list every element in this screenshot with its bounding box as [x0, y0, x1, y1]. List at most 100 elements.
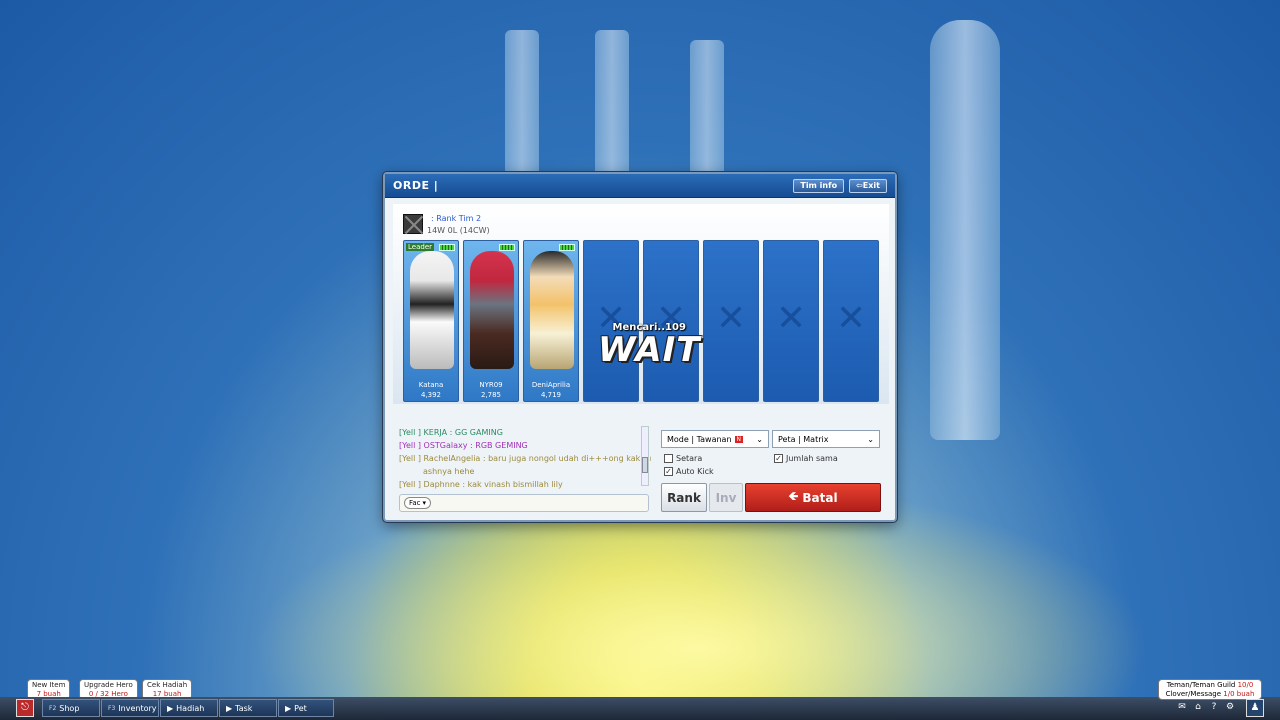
wait-text: WAIT: [598, 330, 701, 370]
task-button[interactable]: ▶ Task: [219, 699, 277, 717]
leader-badge: Leader: [406, 243, 435, 251]
player-name: Katana: [418, 381, 444, 389]
chat-scrollbar[interactable]: [641, 426, 649, 486]
rank-emblem-icon: [403, 214, 423, 234]
auto-kick-checkbox[interactable]: ✓ Auto Kick: [664, 467, 714, 476]
background-big-sword: [930, 20, 1000, 440]
message-line: Clover/Message 1/0 buah: [1165, 690, 1255, 698]
notification-title: New Item: [32, 681, 66, 689]
friends-icon[interactable]: ♟: [1246, 699, 1264, 717]
player-score: 4,392: [420, 391, 442, 399]
exit-arrow-icon: ⇦: [856, 181, 863, 190]
connection-bar-icon: [499, 244, 515, 251]
setara-label: Setara: [676, 454, 703, 463]
empty-slot[interactable]: ✕: [703, 240, 759, 402]
setara-checkbox[interactable]: Setara: [664, 454, 702, 463]
exit-label: Exit: [862, 181, 880, 190]
chevron-down-icon: ⌄: [867, 434, 874, 444]
player-name: DeniAprilia: [531, 381, 571, 389]
shop-label: Shop: [59, 703, 80, 713]
player-slot[interactable]: NYR09 2,785: [463, 240, 519, 402]
mode-select[interactable]: Mode | Tawanan N ⌄: [661, 430, 769, 448]
hero-avatar: [530, 251, 574, 369]
chat-line: ashnya hehe: [423, 467, 475, 476]
close-icon: ✕: [716, 298, 747, 339]
hero-avatar: [410, 251, 454, 369]
chat-input[interactable]: Fac ▾: [399, 494, 649, 512]
chat-line: [Yell ] KERJA : GG GAMING: [399, 428, 503, 437]
dialog-title: ORDE |: [393, 179, 439, 192]
pet-label: Pet: [294, 703, 307, 713]
close-icon: ✕: [836, 298, 867, 339]
shop-button[interactable]: F2 Shop: [42, 699, 100, 717]
hadiah-button[interactable]: ▶ Hadiah: [160, 699, 218, 717]
background-sword: [505, 30, 539, 190]
team-record: 14W 0L (14CW): [427, 226, 490, 235]
map-select-value: Peta | Matrix: [778, 434, 829, 444]
guild-line: Teman/Teman Guild 10/0: [1166, 681, 1254, 689]
cancel-label: Batal: [802, 490, 838, 505]
cancel-button[interactable]: 🡸 Batal: [745, 483, 881, 512]
checkmark-icon[interactable]: ✓: [664, 467, 673, 476]
mode-select-value: Mode | Tawanan: [667, 434, 732, 444]
empty-slot[interactable]: ✕: [763, 240, 819, 402]
hotkey-label: F3: [108, 704, 116, 712]
team-match-dialog: ORDE | Tim info ⇦ Exit : Rank Tim 2 14W 0…: [383, 172, 897, 522]
wait-overlay: Mencari..109 WAIT: [598, 322, 700, 367]
chat-line: [Yell ] Daphnne : kak vinash bismillah l…: [399, 480, 563, 489]
exit-button[interactable]: ⇦ Exit: [849, 178, 887, 193]
player-name: NYR09: [479, 381, 503, 389]
chat-line: [Yell ] OSTGalaxy : RGB GEMING: [399, 441, 528, 450]
exit-game-icon[interactable]: ⎋: [16, 699, 34, 717]
background-sword: [690, 40, 724, 190]
auto-kick-label: Auto Kick: [676, 467, 714, 476]
empty-slot[interactable]: ✕: [643, 240, 699, 402]
jumlah-sama-label: Jumlah sama: [786, 454, 838, 463]
hadiah-label: Hadiah: [176, 703, 205, 713]
invite-button[interactable]: Inv: [709, 483, 743, 512]
chat-channel-select[interactable]: Fac ▾: [404, 497, 432, 509]
settings-icon[interactable]: ⚙: [1224, 700, 1236, 714]
hero-avatar: [470, 251, 514, 369]
chevron-down-icon: ⌄: [756, 434, 763, 444]
help-icon[interactable]: ?: [1208, 700, 1220, 714]
chevron-down-icon: ▾: [422, 499, 427, 507]
pet-button[interactable]: ▶ Pet: [278, 699, 334, 717]
scrollbar-thumb[interactable]: [642, 457, 648, 473]
hud-icon-group: ✉ ⌂ ? ⚙: [1176, 700, 1236, 714]
tim-info-label: Tim info: [800, 181, 838, 190]
player-score: 2,785: [480, 391, 502, 399]
team-rank-name: : Rank Tim 2: [431, 214, 482, 223]
chat-log: [Yell ] KERJA : GG GAMING [Yell ] OSTGal…: [399, 426, 651, 492]
inventory-label: Inventory: [118, 703, 157, 713]
home-icon[interactable]: ⌂: [1192, 700, 1204, 714]
close-icon: ✕: [776, 298, 807, 339]
chat-channel-label: Fac: [409, 499, 421, 507]
mail-icon[interactable]: ✉: [1176, 700, 1188, 714]
tim-info-button[interactable]: Tim info: [793, 178, 845, 193]
gift-icon: ▶: [167, 703, 174, 713]
dialog-titlebar: ORDE | Tim info ⇦ Exit: [385, 174, 895, 198]
notification-title: Upgrade Hero: [84, 681, 133, 689]
guild-status[interactable]: Teman/Teman Guild 10/0 Clover/Message 1/…: [1158, 679, 1262, 700]
jumlah-sama-checkbox[interactable]: ✓ Jumlah sama: [774, 454, 838, 463]
rank-button[interactable]: Rank: [661, 483, 707, 512]
map-select[interactable]: Peta | Matrix ⌄: [772, 430, 880, 448]
checkbox-box[interactable]: [664, 454, 673, 463]
checkmark-icon[interactable]: ✓: [774, 454, 783, 463]
background-sword: [595, 30, 629, 190]
task-label: Task: [235, 703, 253, 713]
connection-bar-icon: [559, 244, 575, 251]
player-slot[interactable]: Leader Katana 4,392: [403, 240, 459, 402]
notification-title: Cek Hadiah: [147, 681, 188, 689]
mode-badge: N: [734, 435, 744, 443]
empty-slot[interactable]: ✕: [583, 240, 639, 402]
back-arrow-icon: 🡸: [788, 489, 803, 503]
empty-slot[interactable]: ✕: [823, 240, 879, 402]
player-score: 4,719: [540, 391, 562, 399]
chat-line: [Yell ] RachelAngelia : baru juga nongol…: [399, 454, 651, 463]
hotkey-label: F2: [49, 704, 57, 712]
inventory-button[interactable]: F3 Inventory: [101, 699, 159, 717]
player-slot[interactable]: DeniAprilia 4,719: [523, 240, 579, 402]
pet-icon: ▶: [285, 703, 292, 713]
